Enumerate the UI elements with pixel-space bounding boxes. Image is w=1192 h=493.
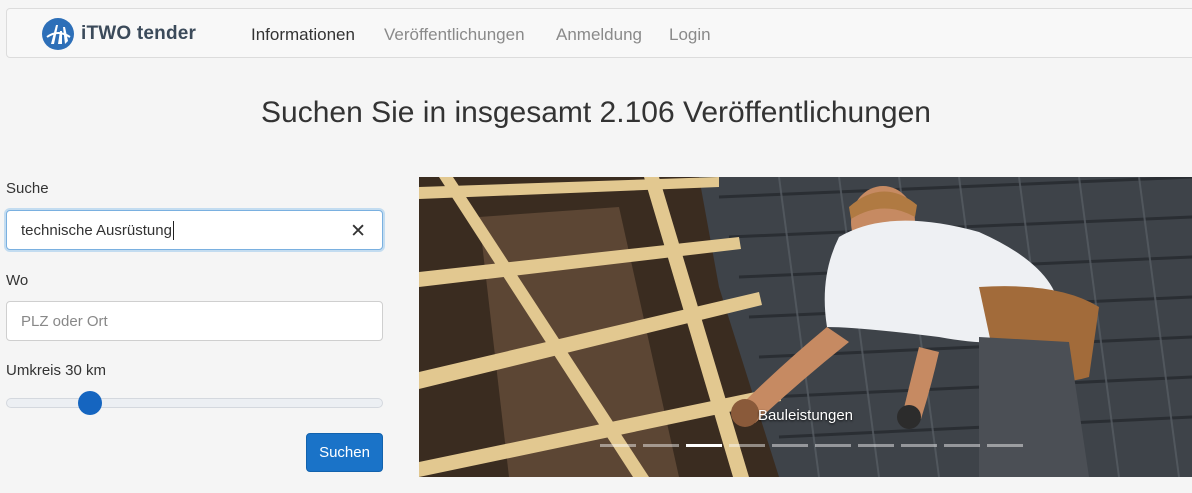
- radius-slider-track[interactable]: [6, 398, 383, 408]
- brand-name: iTWO tender: [81, 23, 197, 44]
- nav-item-login[interactable]: Login: [669, 25, 711, 45]
- search-button[interactable]: Suchen: [306, 433, 383, 472]
- nav-item-informationen[interactable]: Informationen: [251, 25, 355, 45]
- roofer-photo: [419, 177, 1192, 477]
- carousel-indicator[interactable]: [729, 444, 765, 447]
- brand[interactable]: iTWO tender: [41, 17, 196, 51]
- text-caret: [172, 220, 174, 240]
- image-carousel[interactable]: Bauleistungen: [419, 177, 1192, 477]
- carousel-indicator[interactable]: [901, 444, 937, 447]
- search-input-value: technische Ausrüstung: [21, 221, 172, 239]
- nav-item-anmeldung[interactable]: Anmeldung: [556, 25, 642, 45]
- carousel-indicators: [600, 444, 1030, 447]
- carousel-indicator[interactable]: [815, 444, 851, 447]
- radius-slider-handle[interactable]: [78, 391, 102, 415]
- carousel-indicator[interactable]: [987, 444, 1023, 447]
- close-icon[interactable]: ✕: [350, 220, 366, 243]
- carousel-caption: Bauleistungen: [757, 407, 854, 424]
- carousel-indicator[interactable]: [772, 444, 808, 447]
- carousel-indicator[interactable]: [944, 444, 980, 447]
- location-input[interactable]: PLZ oder Ort: [6, 301, 383, 341]
- location-placeholder: PLZ oder Ort: [21, 312, 108, 330]
- carousel-indicator[interactable]: [686, 444, 722, 447]
- page-title: Suchen Sie in insgesamt 2.106 Veröffentl…: [261, 96, 931, 129]
- search-input[interactable]: technische Ausrüstung ✕: [6, 210, 383, 250]
- nav-item-veroeffentlichungen[interactable]: Veröffentlichungen: [384, 25, 525, 45]
- itwo-logo-icon: [42, 18, 74, 50]
- top-navbar: iTWO tender Informationen Veröffentlichu…: [6, 8, 1192, 58]
- search-label: Suche: [6, 180, 49, 197]
- carousel-indicator[interactable]: [858, 444, 894, 447]
- radius-label: Umkreis 30 km: [6, 362, 107, 379]
- carousel-indicator[interactable]: [643, 444, 679, 447]
- carousel-indicator[interactable]: [600, 444, 636, 447]
- location-label: Wo: [6, 272, 29, 289]
